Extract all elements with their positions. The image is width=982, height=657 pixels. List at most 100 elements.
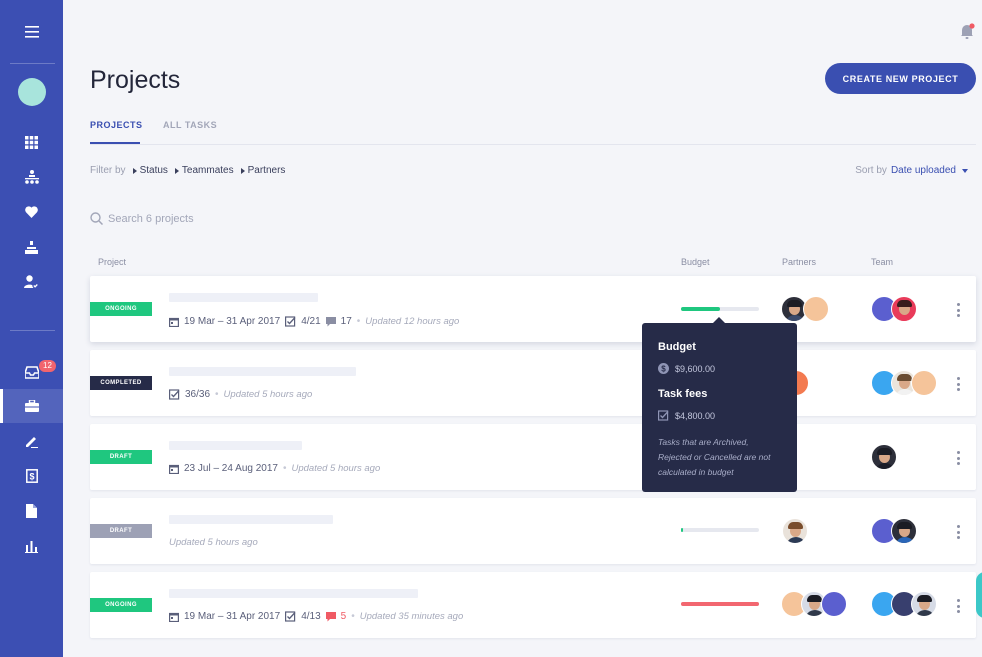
column-header-team: Team <box>871 257 894 267</box>
updated-time: Updated 12 hours ago <box>365 316 460 327</box>
briefcase-icon[interactable] <box>0 389 63 423</box>
caret-right-icon <box>240 167 245 174</box>
tooltip-fees-row: $4,800.00 <box>658 410 781 421</box>
pen-icon[interactable] <box>0 427 63 455</box>
comment-count: 17 <box>340 316 352 327</box>
project-title-placeholder <box>169 441 302 450</box>
budget-bar[interactable] <box>681 528 759 532</box>
status-badge: ONGOING <box>90 302 152 316</box>
invoice-icon[interactable]: $ <box>0 462 63 490</box>
sort-control: Sort by Date uploaded <box>855 165 968 176</box>
user-avatar[interactable] <box>18 78 46 106</box>
tab-all-tasks[interactable]: ALL TASKS <box>163 120 217 130</box>
project-dates: 19 Mar – 31 Apr 2017 <box>184 316 281 327</box>
updated-time: Updated 5 hours ago <box>223 389 313 400</box>
column-header-partners: Partners <box>782 257 817 267</box>
budget-tooltip: Budget $ $9,600.00 Task fees $4,800.00 T… <box>642 317 797 492</box>
project-dates: 19 Mar – 31 Apr 2017 <box>184 611 281 622</box>
project-row[interactable]: DRAFT Updated 5 hours ago <box>90 498 976 564</box>
chat-launcher-edge[interactable] <box>976 572 982 618</box>
svg-text:$: $ <box>661 365 666 374</box>
tooltip-budget-row: $ $9,600.00 <box>658 363 781 374</box>
team-avatar[interactable] <box>911 591 937 617</box>
project-row[interactable]: ONGOING 19 Mar – 31 Apr 2017 4/21 17 • U… <box>90 276 976 342</box>
status-badge: DRAFT <box>90 524 152 538</box>
team-avatar[interactable] <box>871 444 897 470</box>
more-options-icon[interactable] <box>955 599 961 613</box>
calendar-icon <box>169 317 179 327</box>
budget-bar-fill <box>681 528 684 532</box>
tooltip-fees-value: $4,800.00 <box>675 410 716 421</box>
hierarchy-icon[interactable] <box>0 233 63 261</box>
dollar-coin-icon: $ <box>658 363 669 374</box>
project-title-placeholder <box>169 515 333 524</box>
calendar-icon <box>169 612 179 622</box>
search-bar <box>90 212 308 225</box>
filter-label: Filter by <box>90 165 126 176</box>
more-options-icon[interactable] <box>955 451 961 465</box>
create-project-button[interactable]: CREATE NEW PROJECT <box>825 63 976 94</box>
inbox-badge: 12 <box>39 360 56 372</box>
comment-count: 5 <box>340 611 347 622</box>
hamburger-icon[interactable] <box>0 18 63 46</box>
sort-label: Sort by <box>855 165 887 176</box>
filter-bar: Filter by Status Teammates Partners <box>90 165 285 176</box>
calendar-icon <box>169 464 179 474</box>
project-meta: 19 Mar – 31 Apr 2017 4/21 17 • Updated 1… <box>169 316 459 327</box>
user-check-icon[interactable] <box>0 268 63 296</box>
column-header-budget: Budget <box>681 257 710 267</box>
project-meta: 36/36 • Updated 5 hours ago <box>169 389 312 400</box>
budget-bar-fill <box>681 602 759 606</box>
sidebar-divider <box>10 63 55 64</box>
budget-bar[interactable] <box>681 307 759 311</box>
more-options-icon[interactable] <box>955 303 961 317</box>
filter-status[interactable]: Status <box>132 165 168 176</box>
org-chart-icon[interactable] <box>0 163 63 191</box>
filter-partners[interactable]: Partners <box>240 165 285 176</box>
svg-text:$: $ <box>29 472 34 482</box>
comment-icon <box>325 611 336 621</box>
tooltip-fees-label: Task fees <box>658 388 708 400</box>
tooltip-budget-label: Budget <box>658 341 696 353</box>
caret-right-icon <box>174 167 179 174</box>
partner-avatar[interactable] <box>821 591 847 617</box>
more-options-icon[interactable] <box>955 377 961 391</box>
status-badge: COMPLETED <box>90 376 152 390</box>
more-options-icon[interactable] <box>955 525 961 539</box>
sidebar-divider <box>10 330 55 331</box>
team-avatar[interactable] <box>891 296 917 322</box>
sort-dropdown[interactable]: Date uploaded <box>891 165 956 176</box>
sidebar: 12 $ <box>0 0 63 657</box>
heart-icon[interactable] <box>0 198 63 226</box>
checkbox-icon <box>658 410 669 421</box>
filter-teammates[interactable]: Teammates <box>174 165 234 176</box>
task-count: 4/13 <box>301 611 321 622</box>
search-input[interactable] <box>108 212 308 225</box>
budget-bar[interactable] <box>681 602 759 606</box>
updated-time: Updated 5 hours ago <box>169 537 258 548</box>
updated-time: Updated 5 hours ago <box>291 463 381 474</box>
project-title-placeholder <box>169 367 356 376</box>
team-avatar[interactable] <box>911 370 937 396</box>
checkbox-icon <box>285 611 296 622</box>
project-row[interactable]: ONGOING 19 Mar – 31 Apr 2017 4/13 5 • Up… <box>90 572 976 638</box>
project-row[interactable]: DRAFT 23 Jul – 24 Aug 2017 • Updated 5 h… <box>90 424 976 490</box>
task-count: 36/36 <box>185 389 211 400</box>
project-row[interactable]: COMPLETED 36/36 • Updated 5 hours ago <box>90 350 976 416</box>
caret-down-icon[interactable] <box>962 168 968 173</box>
bell-icon[interactable] <box>959 23 975 45</box>
project-meta: Updated 5 hours ago <box>169 537 258 548</box>
project-meta: 19 Mar – 31 Apr 2017 4/13 5 • Updated 35… <box>169 611 463 622</box>
project-dates: 23 Jul – 24 Aug 2017 <box>184 463 278 474</box>
partner-avatar[interactable] <box>782 518 808 544</box>
document-icon[interactable] <box>0 497 63 525</box>
updated-time: Updated 35 minutes ago <box>359 611 464 622</box>
partner-avatar[interactable] <box>803 296 829 322</box>
bar-chart-icon[interactable] <box>0 532 63 560</box>
team-avatar[interactable] <box>891 518 917 544</box>
tab-projects[interactable]: PROJECTS <box>90 120 143 130</box>
column-header-project: Project <box>98 257 127 267</box>
grid-icon[interactable] <box>0 128 63 156</box>
comment-icon <box>325 316 336 326</box>
budget-bar-fill <box>681 307 720 311</box>
